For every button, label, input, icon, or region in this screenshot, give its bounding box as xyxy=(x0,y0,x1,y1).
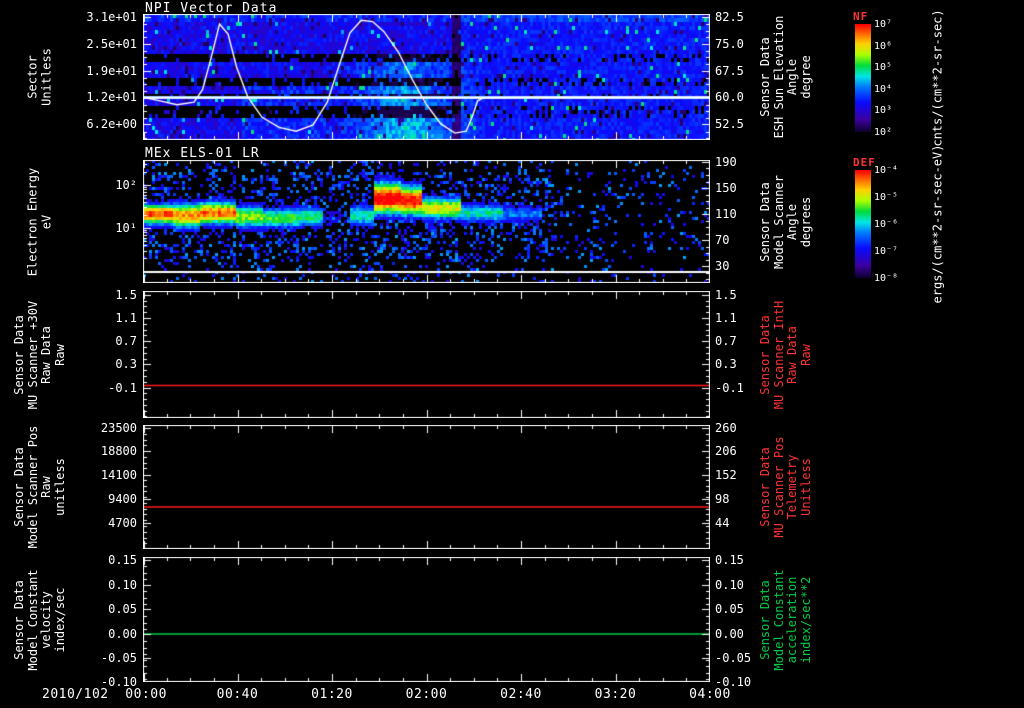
panel5-right-tick-label: -0.05 xyxy=(715,651,752,665)
panel1-right-tick-label: 82.5 xyxy=(715,10,744,25)
colorbar-tick-label: 10² xyxy=(874,127,893,138)
panel2-right-tick-label: 30 xyxy=(715,259,730,274)
panel1-left-tick-label: 6.2e+00 xyxy=(86,116,137,131)
x-axis-tick-label: 02:40 xyxy=(500,687,542,702)
colorbar-units-label-text: cnts/(cm**2-sr-sec) xyxy=(930,9,945,147)
x-axis-tick-label: 00:40 xyxy=(216,687,259,702)
panel5-left-tick-label: 0.15 xyxy=(108,553,137,567)
panel5-right-tick-label: 0.10 xyxy=(715,578,744,592)
panel1-left-tick-label: 1.2e+01 xyxy=(86,90,137,105)
panel3-right-tick-label: 1.5 xyxy=(715,287,737,302)
multi-panel-plot-viewer: NPI Vector Data MEx ELS-01 LR 3.1e+01 2.5… xyxy=(0,0,1024,708)
panel1-left-axis-label: Sector Unitless xyxy=(11,48,69,106)
colorbar-tick-label: 10⁻⁸ xyxy=(874,273,899,284)
panel2-right-axis-label-text: Sensor Data Model Scanner Angle degrees xyxy=(758,174,813,269)
panel3-left-axis-label: Sensor Data MU Scanner +30V Raw Data Raw xyxy=(0,300,94,408)
panel5-right-axis-label-text: Sensor Data Model Constant acceleration ind… xyxy=(758,568,813,671)
panel2-right-tick-label: 150 xyxy=(715,181,737,196)
panel4-right-tick-label: 44 xyxy=(715,515,730,530)
x-axis-tick-label: 02:00 xyxy=(405,687,448,702)
panel1-right-axis-label-text: Sensor Data ESH Sun Elevation Angle degree xyxy=(758,15,813,139)
panel4-right-tick-label: 206 xyxy=(715,444,737,459)
panel5-right-tick-label: 0.15 xyxy=(715,553,744,567)
panel1-right-axis-label: Sensor Data ESH Sun Elevation Angle degree xyxy=(725,16,848,139)
panel3-right-axis-label-text: Sensor Data MU Scanner IntH Raw Data Raw xyxy=(758,300,813,409)
panel2-right-tick-label: 70 xyxy=(715,232,730,247)
x-axis-tick-label: 04:00 xyxy=(689,687,731,702)
panel3-left-axis-label-text: Sensor Data MU Scanner +30V Raw Data Raw xyxy=(12,300,67,409)
panel5-left-axis-label: Sensor Data Model Constant velocity index/s… xyxy=(0,569,91,670)
x-axis-tick-label: 03:20 xyxy=(594,687,637,702)
colorbar-tick-label: 10³ xyxy=(874,105,893,117)
colorbar-units-label-text: ergs/(cm**2-sr-sec-eV) xyxy=(930,144,945,304)
panel2-left-axis-label-text: Electron Energy eV xyxy=(25,167,54,276)
panel4-left-axis-label: Sensor Data Model Scanner Pos Raw unitless xyxy=(0,426,101,549)
panel3-right-tick-label: -0.1 xyxy=(715,381,744,396)
colorbar-title-nf: NF xyxy=(853,10,869,23)
colorbar-tick-label: 10⁷ xyxy=(874,19,893,30)
panel1-left-axis-label-text: Sector Unitless xyxy=(25,48,54,106)
panel2-title: MEx ELS-01 LR xyxy=(145,146,260,161)
panel4-right-tick-label: 260 xyxy=(715,420,737,435)
panel3-right-tick-label: 1.1 xyxy=(715,311,737,326)
panel4-right-axis-label-text: Sensor Data MU Scanner Pos Telemetry Unitle… xyxy=(758,436,813,538)
panel1-left-tick-label: 3.1e+01 xyxy=(86,10,137,25)
panel2-spectrogram-canvas xyxy=(143,160,710,283)
panel2-left-tick-label: 10² xyxy=(115,177,137,192)
panel4-right-tick-label: 152 xyxy=(715,467,737,482)
panel3-left-tick-label: 1.5 xyxy=(115,287,137,302)
panel1-spectrogram-canvas xyxy=(143,14,710,140)
x-axis-tick-label: 01:20 xyxy=(311,687,353,702)
colorbar-tick-label: 10⁻⁵ xyxy=(874,192,899,203)
panel2-right-tick-label: 190 xyxy=(715,154,737,169)
panel1-left-tick-label: 2.5e+01 xyxy=(86,36,137,51)
panel3-right-axis-label: Sensor Data MU Scanner IntH Raw Data Raw xyxy=(732,300,840,408)
panel2-left-axis-label: Electron Energy eV xyxy=(0,167,94,275)
panel4-left-axis-label-text: Sensor Data Model Scanner Pos Raw unitless xyxy=(12,425,67,549)
panel3-line-plot-canvas xyxy=(143,291,710,418)
colorbar-tick-label: 10⁻⁴ xyxy=(874,165,899,176)
colorbar-title-def: DEF xyxy=(853,156,876,169)
panel2-right-axis-label: Sensor Data Model Scanner Angle degrees xyxy=(739,175,833,269)
colorbar-units-label: cnts/(cm**2-sr-sec) xyxy=(869,9,1006,146)
panel4-line-plot-canvas xyxy=(143,425,710,549)
panel1-right-tick-label: 75.0 xyxy=(715,36,744,51)
panel5-right-axis-label: Sensor Data Model Constant acceleration ind… xyxy=(735,569,836,670)
x-axis-start-label: 2010/102 00:00 xyxy=(42,687,167,702)
panel4-right-axis-label: Sensor Data MU Scanner Pos Telemetry Unitle… xyxy=(735,436,836,537)
panel2-right-tick-label: 110 xyxy=(715,206,737,221)
panel4-right-tick-label: 98 xyxy=(715,492,730,507)
panel1-right-tick-label: 52.5 xyxy=(715,116,744,131)
colorbar-tick-label: 10⁶ xyxy=(874,40,893,52)
colorbar-tick-label: 10⁻⁷ xyxy=(874,246,899,257)
panel5-left-axis-label-text: Sensor Data Model Constant velocity index/s… xyxy=(12,568,67,671)
colorbar-units-label: ergs/(cm**2-sr-sec-eV) xyxy=(859,145,1018,304)
panel5-line-plot-canvas xyxy=(143,557,710,682)
colorbar-tick-label: 10⁴ xyxy=(874,83,893,95)
